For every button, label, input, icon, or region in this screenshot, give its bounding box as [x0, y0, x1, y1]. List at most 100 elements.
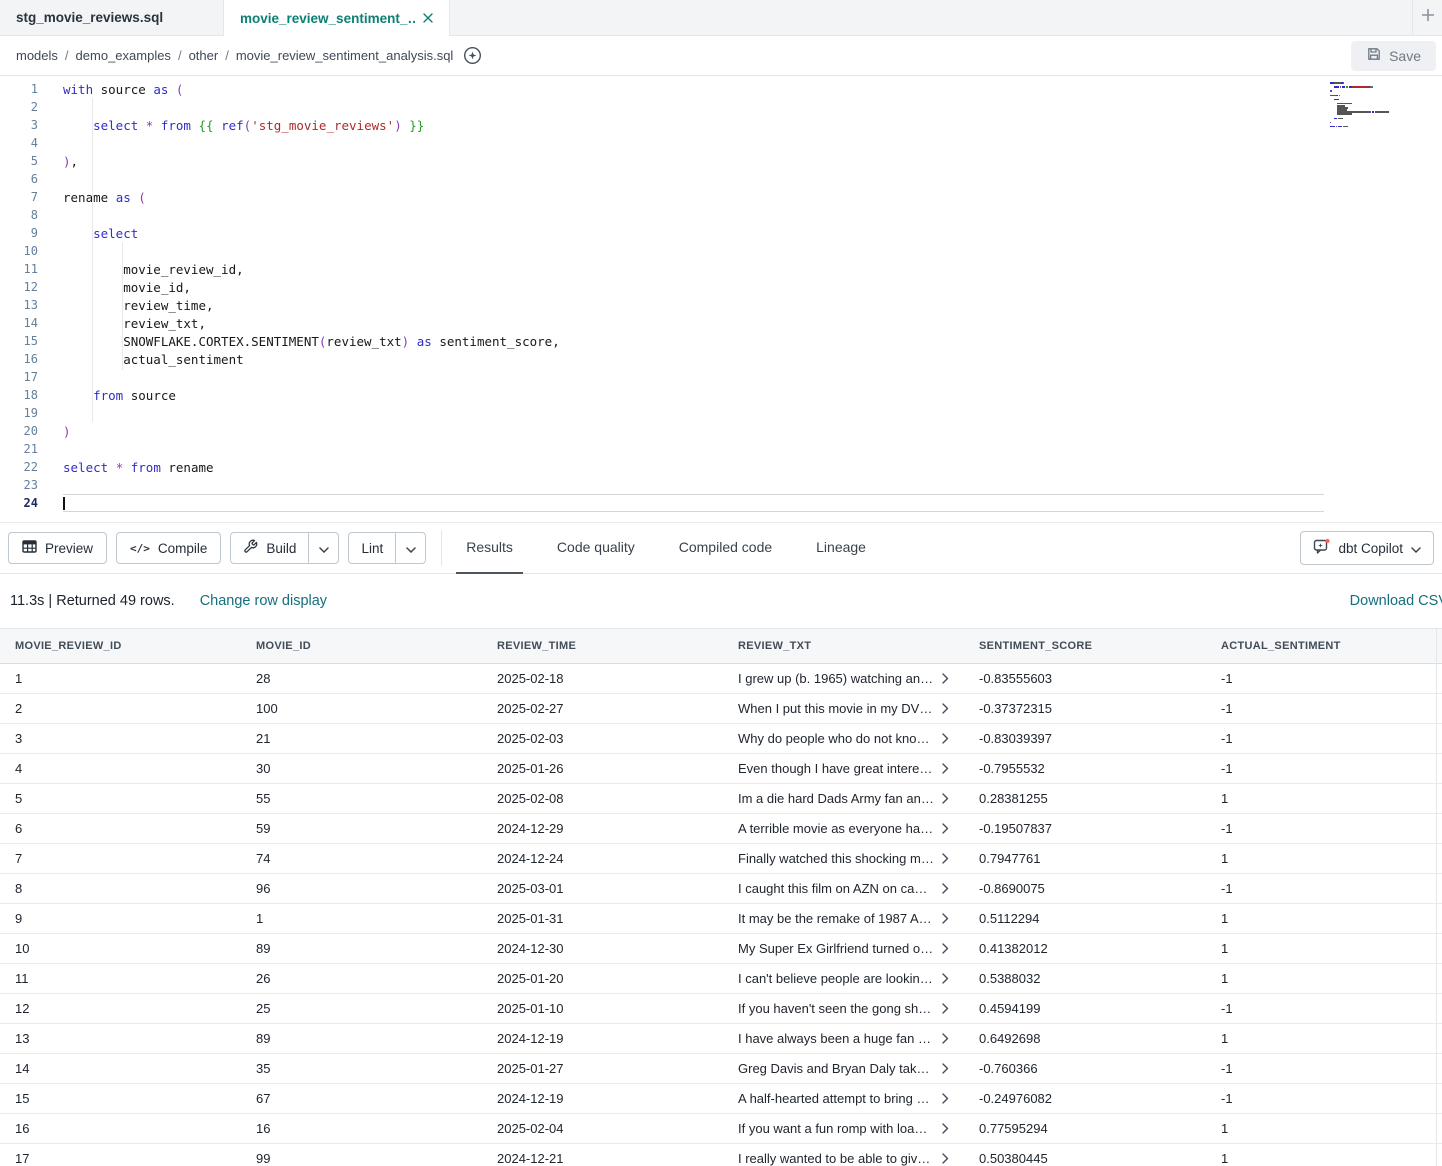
table-cell: It may be the remake of 1987 Autumn's Ta… — [723, 911, 964, 926]
code-line[interactable]: 15 SNOWFLAKE.CORTEX.SENTIMENT(review_txt… — [0, 332, 1442, 350]
new-tab-button[interactable] — [1412, 0, 1442, 35]
expand-row-chevron-icon[interactable] — [942, 1123, 949, 1134]
file-tab-movie-review-sentiment[interactable]: movie_review_sentiment_… — [223, 0, 450, 36]
preview-button[interactable]: Preview — [8, 532, 107, 564]
code-line[interactable]: 6 — [0, 170, 1442, 188]
expand-row-chevron-icon[interactable] — [942, 1063, 949, 1074]
table-row: 8962025-03-01I caught this film on AZN o… — [0, 874, 1442, 904]
table-row: 13892024-12-19I have always been a huge … — [0, 1024, 1442, 1054]
code-line[interactable]: 21 — [0, 440, 1442, 458]
compile-button[interactable]: </> Compile — [116, 532, 221, 564]
expand-row-chevron-icon[interactable] — [942, 973, 949, 984]
code-line[interactable]: 3 select * from {{ ref('stg_movie_review… — [0, 116, 1442, 134]
table-cell: I caught this film on AZN on cable. It s… — [723, 881, 964, 896]
table-cell: 11 — [0, 971, 241, 986]
table-cell: -1 — [1206, 671, 1442, 686]
expand-row-chevron-icon[interactable] — [942, 1033, 949, 1044]
lint-dropdown-button[interactable] — [395, 533, 425, 563]
table-cell: -0.24976082 — [964, 1091, 1206, 1106]
table-cell: Im a die hard Dads Army fan and nothing … — [723, 791, 964, 806]
table-cell: 100 — [241, 701, 482, 716]
code-line[interactable]: 18 from source — [0, 386, 1442, 404]
build-dropdown-button[interactable] — [308, 533, 338, 563]
chevron-down-icon — [406, 541, 416, 556]
build-button[interactable]: Build — [231, 533, 308, 563]
code-line[interactable]: 2 — [0, 98, 1442, 116]
table-cell: 0.50380445 — [964, 1151, 1206, 1166]
table-cell: 2024-12-19 — [482, 1091, 723, 1106]
table-cell: 2025-02-08 — [482, 791, 723, 806]
code-line[interactable]: 10 — [0, 242, 1442, 260]
table-cell: 0.28381255 — [964, 791, 1206, 806]
indent-guide — [92, 98, 93, 422]
code-line[interactable]: 5), — [0, 152, 1442, 170]
table-row: 6592024-12-29A terrible movie as everyon… — [0, 814, 1442, 844]
tab-compiled-code[interactable]: Compiled code — [669, 522, 782, 574]
expand-row-chevron-icon[interactable] — [942, 943, 949, 954]
minimap[interactable] — [1330, 82, 1396, 132]
table-cell: 14 — [0, 1061, 241, 1076]
table-cell: 2024-12-19 — [482, 1031, 723, 1046]
table-cell: Greg Davis and Bryan Daly take some craz… — [723, 1061, 964, 1076]
lint-button[interactable]: Lint — [349, 533, 395, 563]
dbt-copilot-button[interactable]: dbt Copilot — [1300, 531, 1434, 565]
code-line[interactable]: 24 — [0, 494, 1442, 512]
code-line[interactable]: 16 actual_sentiment — [0, 350, 1442, 368]
breadcrumb-segment[interactable]: demo_examples — [76, 48, 171, 63]
tab-lineage[interactable]: Lineage — [806, 522, 876, 574]
expand-row-chevron-icon[interactable] — [942, 763, 949, 774]
table-cell: -0.7955532 — [964, 761, 1206, 776]
code-line[interactable]: 11 movie_review_id, — [0, 260, 1442, 278]
expand-row-chevron-icon[interactable] — [942, 673, 949, 684]
tab-results[interactable]: Results — [456, 522, 523, 574]
code-line[interactable]: 4 — [0, 134, 1442, 152]
copilot-sparkle-badge-icon[interactable] — [463, 46, 482, 65]
code-line[interactable]: 20) — [0, 422, 1442, 440]
table-cell: 89 — [241, 1031, 482, 1046]
code-line[interactable]: 17 — [0, 368, 1442, 386]
expand-row-chevron-icon[interactable] — [942, 913, 949, 924]
table-cell: 0.5388032 — [964, 971, 1206, 986]
expand-row-chevron-icon[interactable] — [942, 853, 949, 864]
breadcrumb-separator: / — [225, 48, 229, 63]
code-line[interactable]: 12 movie_id, — [0, 278, 1442, 296]
plus-icon — [1421, 8, 1435, 27]
table-row: 5552025-02-08Im a die hard Dads Army fan… — [0, 784, 1442, 814]
code-line[interactable]: 19 — [0, 404, 1442, 422]
expand-row-chevron-icon[interactable] — [942, 1153, 949, 1164]
code-line[interactable]: 9 select — [0, 224, 1442, 242]
code-line[interactable]: 13 review_time, — [0, 296, 1442, 314]
file-tab-stg-movie-reviews[interactable]: stg_movie_reviews.sql — [0, 0, 223, 35]
code-editor[interactable]: 1with source as (23 select * from {{ ref… — [0, 76, 1442, 522]
table-cell: 99 — [241, 1151, 482, 1166]
expand-row-chevron-icon[interactable] — [942, 793, 949, 804]
breadcrumb-segment[interactable]: other — [189, 48, 219, 63]
table-cell: 12 — [0, 1001, 241, 1016]
table-cell: 4 — [0, 761, 241, 776]
expand-row-chevron-icon[interactable] — [942, 883, 949, 894]
change-row-display-link[interactable]: Change row display — [200, 593, 327, 609]
close-icon[interactable] — [423, 13, 433, 23]
expand-row-chevron-icon[interactable] — [942, 823, 949, 834]
table-cell: 2025-02-18 — [482, 671, 723, 686]
expand-row-chevron-icon[interactable] — [942, 1003, 949, 1014]
table-cell: 28 — [241, 671, 482, 686]
code-line[interactable]: 8 — [0, 206, 1442, 224]
table-icon — [22, 539, 37, 557]
review-text: If you haven't seen the gong show TV ser… — [738, 1001, 934, 1016]
download-csv-link[interactable]: Download CSV — [1350, 593, 1442, 609]
wrench-icon — [243, 539, 258, 557]
code-line[interactable]: 14 review_txt, — [0, 314, 1442, 332]
code-line[interactable]: 23 — [0, 476, 1442, 494]
table-cell: 1 — [0, 671, 241, 686]
code-line[interactable]: 7rename as ( — [0, 188, 1442, 206]
table-cell: When I put this movie in my DVD player a… — [723, 701, 964, 716]
tab-code-quality[interactable]: Code quality — [547, 522, 645, 574]
code-line[interactable]: 22select * from rename — [0, 458, 1442, 476]
save-button[interactable]: Save — [1351, 41, 1436, 71]
breadcrumb-segment[interactable]: models — [16, 48, 58, 63]
code-line[interactable]: 1with source as ( — [0, 80, 1442, 98]
expand-row-chevron-icon[interactable] — [942, 703, 949, 714]
expand-row-chevron-icon[interactable] — [942, 733, 949, 744]
expand-row-chevron-icon[interactable] — [942, 1093, 949, 1104]
